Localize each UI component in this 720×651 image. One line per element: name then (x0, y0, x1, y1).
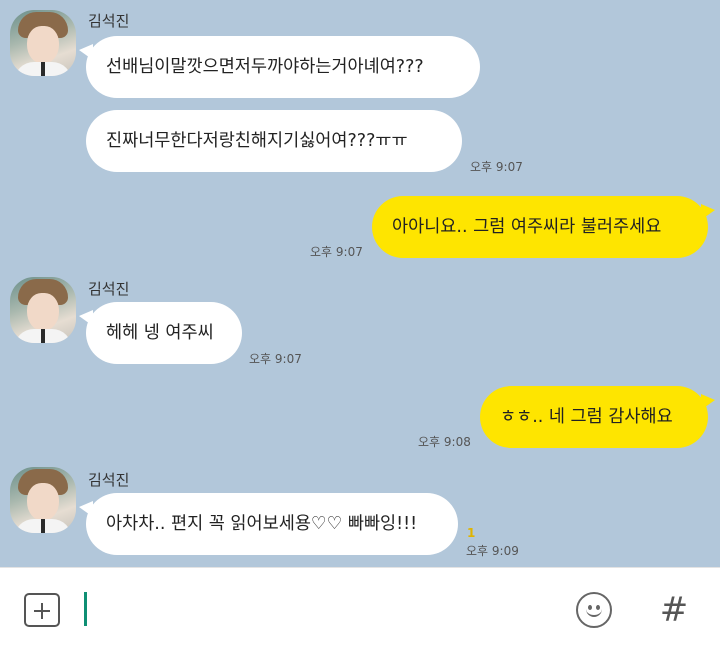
sender-name: 김석진 (88, 280, 130, 298)
plus-square-icon[interactable] (24, 593, 60, 627)
message-text: 선배님이말깟으면저두까야하는거아녜여??? (106, 57, 424, 77)
avatar[interactable] (10, 467, 76, 533)
avatar[interactable] (10, 277, 76, 343)
input-bar: # (0, 567, 720, 651)
message-bubble[interactable]: 아차차.. 편지 꼭 읽어보세용♡♡ 빠빠잉!!! (79, 493, 458, 555)
sender-name: 김석진 (88, 12, 130, 30)
chat-area[interactable]: 김석진 선배님이말깟으면저두까야하는거아녜여??? 진짜너무한다저랑친해지기싫어… (0, 0, 720, 567)
message-time: 오후 9:09 (466, 544, 519, 558)
message-text: 아차차.. 편지 꼭 읽어보세용♡♡ 빠빠잉!!! (106, 514, 418, 534)
message-bubble[interactable]: 진짜너무한다저랑친해지기싫어여???ㅠㅠ (86, 110, 462, 172)
text-caret (84, 592, 87, 626)
message-text: 진짜너무한다저랑친해지기싫어여???ㅠㅠ (106, 131, 408, 151)
message-text: ㅎㅎ.. 네 그럼 감사해요 (500, 407, 673, 427)
hashtag-icon[interactable]: # (654, 590, 694, 630)
unread-count: 1 (467, 526, 476, 540)
message-bubble[interactable]: 선배님이말깟으면저두까야하는거아녜여??? (79, 36, 480, 98)
message-text: 아아니요.. 그럼 여주씨라 불러주세요 (392, 217, 662, 237)
message-bubble[interactable]: 아아니요.. 그럼 여주씨라 불러주세요 (372, 196, 715, 258)
smiley-icon[interactable] (576, 592, 612, 628)
message-time: 오후 9:07 (249, 352, 302, 366)
message-time: 오후 9:07 (310, 245, 363, 259)
avatar[interactable] (10, 10, 76, 76)
message-input[interactable] (92, 586, 552, 632)
sender-name: 김석진 (88, 471, 130, 489)
message-text: 헤헤 넹 여주씨 (106, 323, 214, 343)
message-bubble[interactable]: ㅎㅎ.. 네 그럼 감사해요 (480, 386, 715, 448)
message-time: 오후 9:08 (418, 435, 471, 449)
message-time: 오후 9:07 (470, 160, 523, 174)
message-bubble[interactable]: 헤헤 넹 여주씨 (79, 302, 242, 364)
